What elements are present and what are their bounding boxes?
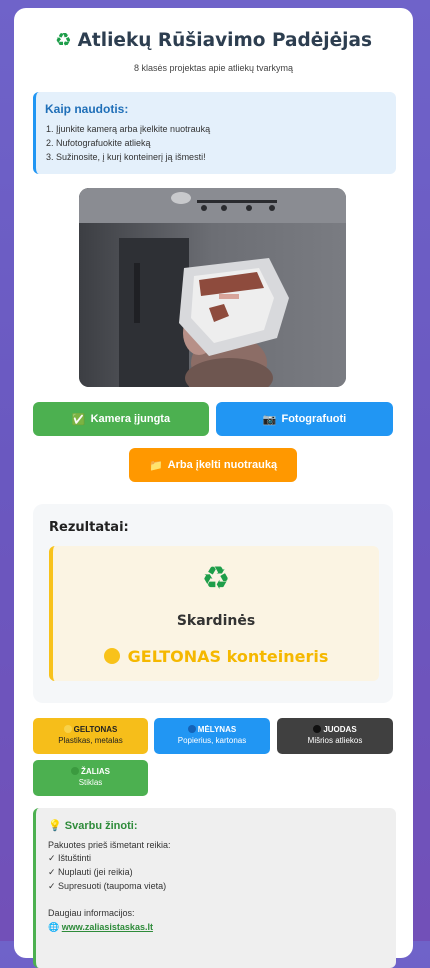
info-more-label: Daugiau informacijos:	[48, 908, 135, 918]
bin-description: Stiklas	[78, 778, 103, 787]
info-title-text: Svarbu žinoti:	[64, 820, 138, 832]
result-card: ♻ Skardinės GELTONAS konteineris	[49, 546, 379, 681]
instruction-step: 3. Sužinosite, į kurį konteinerį ją išme…	[46, 152, 206, 162]
camera-feed-image	[79, 188, 346, 387]
result-item-name: Skardinės	[176, 613, 256, 629]
info-check-item: ✓ Ištuštinti	[48, 853, 92, 863]
recycle-icon: ♻	[54, 30, 72, 51]
bin-name: JUODAS	[323, 725, 357, 734]
info-box: 💡 Svarbu žinoti: Pakuotes prieš išmetant…	[33, 808, 396, 968]
lightbulb-icon: 💡	[48, 820, 62, 832]
take-photo-button[interactable]: 📷 Fotografuoti	[216, 402, 393, 436]
recycle-icon: ♻	[201, 560, 231, 596]
info-link[interactable]: www.zaliasistaskas.lt	[62, 922, 153, 932]
instructions-box: Kaip naudotis: 1. Įjunkite kamerą arba į…	[33, 92, 396, 174]
take-photo-label: Fotografuoti	[281, 413, 347, 425]
instructions-title: Kaip naudotis:	[45, 102, 129, 116]
bin-description: Plastikas, metalas	[58, 736, 123, 745]
info-link-row: 🌐 www.zaliasistaskas.lt	[48, 922, 153, 933]
info-title: 💡 Svarbu žinoti:	[48, 819, 138, 832]
page-subtitle: 8 klasės projektas apie atliekų tvarkymą	[133, 63, 294, 73]
check-icon: ✅	[71, 413, 86, 426]
main-card: ♻ Atliekų Rūšiavimo Padėjėjas 8 klasės pr…	[14, 8, 413, 968]
result-container: GELTONAS konteineris	[53, 647, 379, 666]
title-text: Atliekų Rūšiavimo Padėjėjas	[77, 30, 373, 51]
bin-name: MĖLYNAS	[197, 725, 237, 734]
bin-name: GELTONAS	[73, 725, 118, 734]
results-title: Rezultatai:	[49, 520, 129, 535]
bin-yellow: GELTONAS Plastikas, metalas	[33, 718, 148, 754]
camera-icon: 📷	[262, 413, 277, 426]
bin-description: Mišrios atliekos	[307, 736, 363, 745]
bin-green: ŽALIAS Stiklas	[33, 760, 148, 796]
bin-description: Popierius, kartonas	[177, 736, 247, 745]
page-title: ♻ Atliekų Rūšiavimo Padėjėjas	[14, 30, 413, 51]
info-check-item: ✓ Supresuoti (taupoma vieta)	[48, 881, 167, 891]
upload-photo-label: Arba įkelti nuotrauką	[167, 459, 278, 471]
bin-black: JUODAS Mišrios atliekos	[277, 718, 393, 754]
upload-photo-button[interactable]: 📁 Arba įkelti nuotrauką	[129, 448, 297, 482]
yellow-dot-icon	[103, 648, 120, 664]
bin-blue: MĖLYNAS Popierius, kartonas	[154, 718, 270, 754]
instruction-step: 1. Įjunkite kamerą arba įkelkite nuotrau…	[46, 124, 211, 134]
instruction-step: 2. Nufotografuokite atlieką	[46, 138, 151, 148]
yellow-circle-icon	[63, 725, 72, 733]
bin-name: ŽALIAS	[81, 767, 110, 776]
black-circle-icon	[313, 725, 322, 733]
info-check-item: ✓ Nuplauti (jei reikia)	[48, 867, 133, 877]
camera-on-button[interactable]: ✅ Kamera įjungta	[33, 402, 209, 436]
info-intro: Pakuotes prieš išmetant reikia:	[48, 840, 171, 850]
globe-icon: 🌐	[48, 922, 60, 932]
camera-on-label: Kamera įjungta	[90, 413, 171, 425]
folder-icon: 📁	[148, 459, 163, 472]
green-circle-icon	[71, 767, 80, 775]
instructions-list: 1. Įjunkite kamerą arba įkelkite nuotrau…	[46, 122, 210, 164]
result-container-label: GELTONAS konteineris	[127, 647, 329, 666]
camera-preview	[79, 188, 346, 387]
blue-circle-icon	[187, 725, 196, 733]
results-panel: Rezultatai: ♻ Skardinės GELTONAS kontein…	[33, 504, 393, 703]
